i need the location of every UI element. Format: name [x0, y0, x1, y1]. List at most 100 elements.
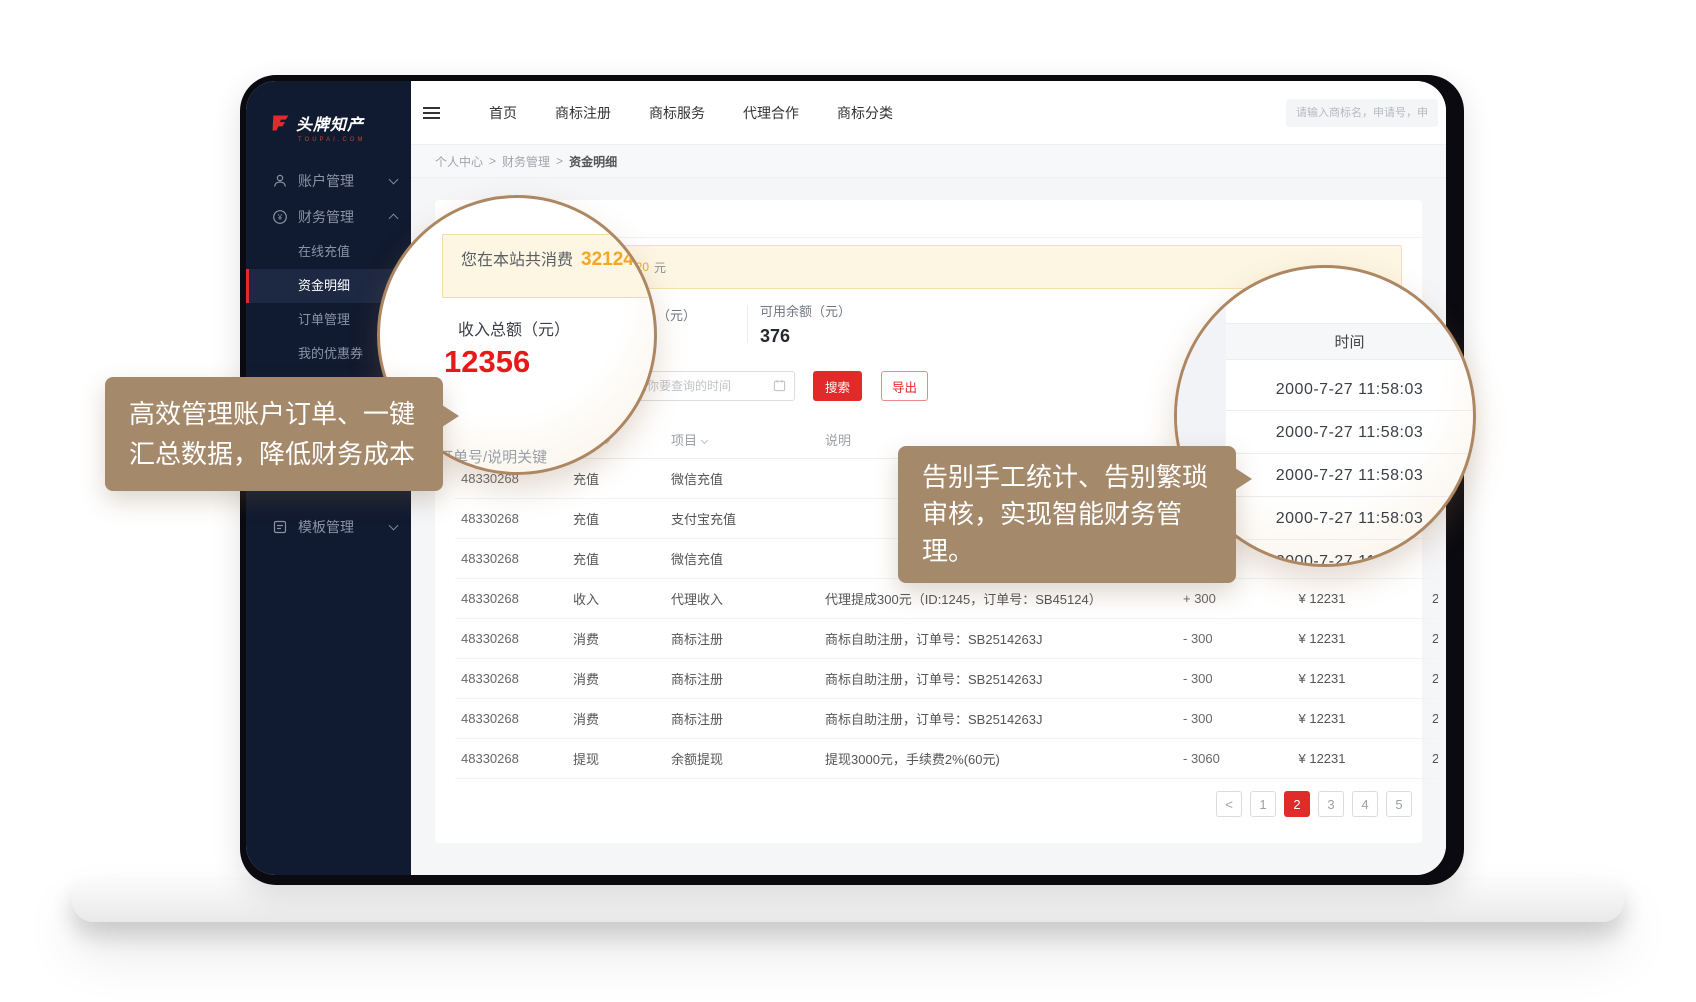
cell-order: 48330268: [455, 711, 567, 726]
magnified-order-column-header: 订单号/说明关键: [438, 446, 547, 467]
cell-time: 2000-7-27 11:58:03: [1375, 591, 1438, 606]
pagination-page-4[interactable]: 4: [1352, 791, 1378, 817]
chevron-down-icon: [389, 521, 399, 531]
cell-desc: 代理提成300元（ID:1245，订单号：SB45124）: [819, 589, 1174, 608]
cell-order: 48330268: [455, 591, 567, 606]
cell-order: 48330268: [455, 751, 567, 766]
magnified-time-value: 2000-7-27 11:58:03: [1226, 497, 1473, 540]
logo-icon: [270, 113, 290, 133]
cell-project: 商标注册: [667, 709, 819, 728]
trademark-search-input[interactable]: [1286, 99, 1438, 127]
cell-type: 消费: [567, 629, 667, 648]
cell-balance: ¥ 12231: [1269, 631, 1375, 646]
callout-left-text: 高效管理账户订单、一键汇总数据，降低财务成本: [129, 399, 415, 469]
callout-pointer: [1235, 468, 1252, 490]
cell-order: 48330268: [455, 671, 567, 686]
pagination-page-5[interactable]: 5: [1386, 791, 1412, 817]
cell-time: 2000-7-27 11:58:03: [1375, 711, 1438, 726]
nav-item-trademark-service[interactable]: 商标服务: [635, 103, 719, 123]
cell-amount: - 300: [1174, 631, 1269, 646]
breadcrumb-current: 资金明细: [569, 153, 617, 170]
cell-order: 48330268: [455, 631, 567, 646]
stat-label: 可用余额（元）: [760, 301, 851, 320]
cell-type: 充值: [567, 549, 667, 568]
callout-right: 告别手工统计、告别繁琐审核，实现智能财务管理。: [898, 446, 1236, 583]
cell-project: 余额提现: [667, 749, 819, 768]
page: 头牌知产 TOUPAI.COM 账户管理 ¥: [0, 0, 1696, 1002]
svg-text:¥: ¥: [277, 213, 283, 222]
magnified-time-value: 2000-7-27 11:58:03: [1226, 368, 1473, 411]
nav-item-agent-cooperation[interactable]: 代理合作: [729, 103, 813, 123]
magnified-time-value: 2000-7-27 11:58:03: [1226, 540, 1473, 567]
cell-project: 商标注册: [667, 669, 819, 688]
sort-caret-icon: [701, 437, 708, 444]
cell-desc: 商标自助注册，订单号：SB2514263J: [819, 709, 1174, 728]
magnified-income-value: 12356: [444, 344, 530, 380]
banner-unit: 元: [654, 259, 666, 276]
cell-type: 提现: [567, 749, 667, 768]
cell-project: 微信充值: [667, 469, 819, 488]
user-icon: [272, 173, 288, 189]
cell-order: 48330268: [455, 511, 567, 526]
template-icon: [272, 519, 288, 535]
search-button[interactable]: 搜索: [813, 371, 862, 401]
stat-label-fragment: （元）: [657, 305, 696, 324]
cell-time: 2000-7-27 11:58:03: [1375, 671, 1438, 686]
pagination-page-3[interactable]: 3: [1318, 791, 1344, 817]
pagination-page-1[interactable]: 1: [1250, 791, 1276, 817]
breadcrumb-item[interactable]: 财务管理: [502, 153, 550, 170]
callout-pointer: [442, 405, 459, 427]
sidebar-item-account[interactable]: 账户管理: [246, 163, 411, 199]
table-row: 48330268 提现 余额提现 提现3000元，手续费2%(60元) - 30…: [455, 739, 1438, 779]
pagination-page-2[interactable]: 2: [1284, 791, 1310, 817]
table-row: 48330268 消费 商标注册 商标自助注册，订单号：SB2514263J -…: [455, 619, 1438, 659]
magnified-banner-amount: 32124: [581, 249, 634, 271]
sidebar-item-finance[interactable]: ¥ 财务管理: [246, 199, 411, 235]
chevron-up-icon: [389, 214, 399, 224]
sidebar-item-label: 财务管理: [298, 207, 354, 227]
cell-time: 2000-7-27 11:58:03: [1375, 631, 1438, 646]
calendar-icon: [773, 379, 786, 397]
logo-name: 头牌知产: [296, 111, 364, 135]
hamburger-icon[interactable]: [423, 98, 453, 128]
logo-domain: TOUPAI.COM: [298, 137, 411, 143]
cell-desc: 商标自助注册，订单号：SB2514263J: [819, 669, 1174, 688]
cell-type: 消费: [567, 709, 667, 728]
nav-item-trademark-register[interactable]: 商标注册: [541, 103, 625, 123]
breadcrumb-separator: >: [556, 154, 563, 168]
cell-desc: 商标自助注册，订单号：SB2514263J: [819, 629, 1174, 648]
breadcrumb-item[interactable]: 个人中心: [435, 153, 483, 170]
sidebar-item-label: 账户管理: [298, 171, 354, 191]
logo: 头牌知产 TOUPAI.COM: [246, 81, 411, 153]
cell-project: 微信充值: [667, 549, 819, 568]
col-header-project[interactable]: 项目: [667, 430, 819, 449]
cell-amount: - 300: [1174, 711, 1269, 726]
export-button[interactable]: 导出: [881, 371, 928, 401]
sidebar-item-label: 模板管理: [298, 517, 354, 537]
magnified-time-value: 2000-7-27 11:58:03: [1226, 454, 1473, 497]
cell-balance: ¥ 12231: [1269, 671, 1375, 686]
cell-balance: ¥ 12231: [1269, 711, 1375, 726]
stat-divider: [747, 305, 748, 343]
magnified-banner-prefix: 您在本站共消费: [461, 246, 573, 270]
cell-project: 商标注册: [667, 629, 819, 648]
stat-value: 376: [760, 326, 851, 347]
top-nav-links: 首页 商标注册 商标服务 代理合作 商标分类: [475, 103, 917, 123]
finance-icon: ¥: [272, 209, 288, 225]
chevron-down-icon: [389, 175, 399, 185]
cell-project: 代理收入: [667, 589, 819, 608]
nav-item-trademark-category[interactable]: 商标分类: [823, 103, 907, 123]
cell-balance: ¥ 12231: [1269, 751, 1375, 766]
sidebar-item-template[interactable]: 模板管理: [246, 509, 411, 545]
pagination: < 1 2 3 4 5: [435, 791, 1412, 817]
nav-item-home[interactable]: 首页: [475, 103, 531, 123]
laptop-base: [72, 880, 1624, 922]
callout-left: 高效管理账户订单、一键汇总数据，降低财务成本: [105, 377, 443, 491]
breadcrumb: 个人中心 > 财务管理 > 资金明细: [411, 145, 1446, 178]
sidebar-item-online-recharge[interactable]: 在线充值: [246, 235, 411, 269]
magnified-income-label: 收入总额（元）: [458, 316, 570, 340]
cell-type: 充值: [567, 509, 667, 528]
pagination-prev[interactable]: <: [1216, 791, 1242, 817]
cell-time: 2000-7-27 11:58:03: [1375, 751, 1438, 766]
cell-project: 支付宝充值: [667, 509, 819, 528]
